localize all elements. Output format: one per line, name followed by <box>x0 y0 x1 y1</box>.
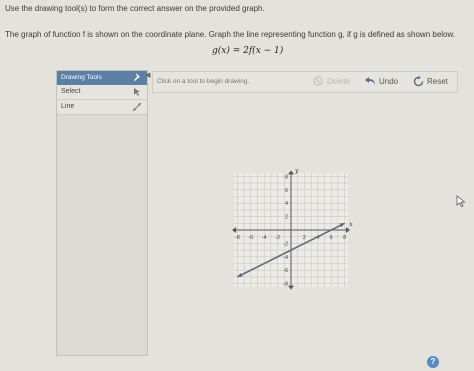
function-definition: g(x) = 2f(x − 1) <box>212 46 284 56</box>
y-tick-label: 6 <box>285 188 288 194</box>
tool-select[interactable]: Select <box>57 85 147 100</box>
tool-line[interactable]: Line <box>57 100 147 115</box>
y-axis-label: y <box>294 167 299 174</box>
coordinate-plane[interactable]: -8 -6 -4 -2 2 4 6 88642-2-4-6-8xy <box>170 102 420 347</box>
x-axis-arrow-left <box>232 227 237 233</box>
x-tick-label: 8 <box>343 235 346 241</box>
y-axis-arrow-down <box>288 285 294 290</box>
drawing-tools-panel: Drawing Tools Select Line <box>56 70 148 356</box>
y-tick-label: -2 <box>283 241 288 247</box>
toolbar-hint: Click on a tool to begin drawing. <box>157 78 250 85</box>
delete-button[interactable]: Delete <box>311 74 371 89</box>
reset-icon <box>413 76 424 87</box>
help-icon[interactable]: ? <box>427 356 439 368</box>
reset-button[interactable]: Reset <box>411 74 471 89</box>
y-axis-arrow-up <box>288 170 294 175</box>
y-tick-label: -4 <box>283 255 288 261</box>
line-icon <box>132 102 142 112</box>
tool-select-label: Select <box>61 88 81 95</box>
mouse-cursor-icon <box>456 195 466 207</box>
drawing-tools-title: Drawing Tools <box>61 74 102 81</box>
y-tick-label: 2 <box>285 215 288 221</box>
x-tick-label: -8 <box>235 235 240 241</box>
toolbar: Click on a tool to begin drawing. Delete… <box>152 71 458 93</box>
delete-label: Delete <box>327 77 351 86</box>
x-tick-label: -6 <box>248 235 253 241</box>
pin-icon[interactable] <box>133 73 141 82</box>
drawing-tools-header: Drawing Tools <box>57 71 147 85</box>
y-tick-label: 8 <box>285 174 288 180</box>
reset-label: Reset <box>427 77 448 86</box>
y-tick-label: -8 <box>283 282 288 288</box>
delete-icon <box>313 76 323 86</box>
x-tick-label: -2 <box>275 235 280 241</box>
x-tick-label: 2 <box>303 235 306 241</box>
x-tick-label: -4 <box>262 235 267 241</box>
undo-icon <box>365 77 375 85</box>
problem-statement: The graph of function f is shown on the … <box>5 30 456 39</box>
y-tick-label: -6 <box>283 268 288 274</box>
select-icon <box>134 88 140 96</box>
collapse-panel-icon[interactable]: ◀ <box>145 71 150 79</box>
undo-label: Undo <box>379 77 399 86</box>
y-tick-label: 4 <box>285 201 288 207</box>
x-axis-label: x <box>349 221 353 228</box>
tool-line-label: Line <box>61 103 75 110</box>
x-tick-label: 6 <box>330 235 333 241</box>
instruction-text: Use the drawing tool(s) to form the corr… <box>5 4 265 13</box>
